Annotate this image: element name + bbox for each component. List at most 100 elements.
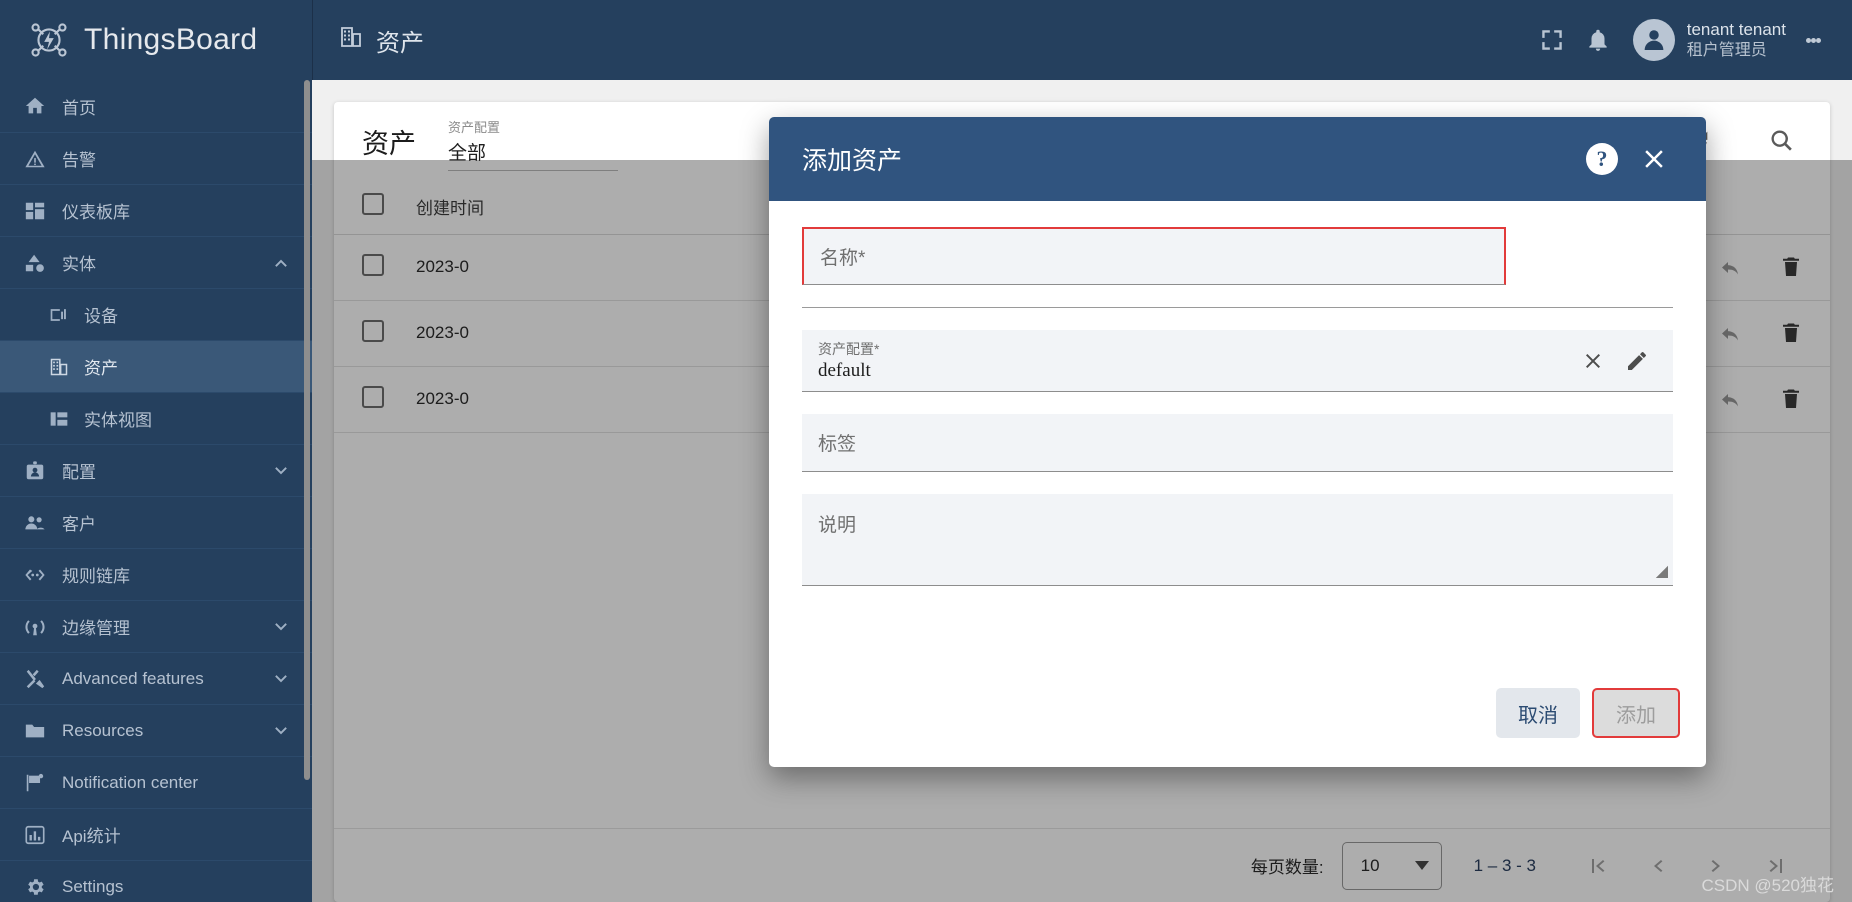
top-toolbar: 资产 tenant tenant 租户管理员 — [312, 0, 1852, 80]
more-vertical-icon[interactable] — [1796, 17, 1830, 63]
watermark: CSDN @520独花 — [1701, 876, 1834, 895]
sidebar-item-label: 仪表板库 — [62, 203, 130, 222]
brand[interactable]: ThingsBoard — [0, 0, 312, 80]
sidebar-item-resources[interactable]: Resources — [0, 704, 312, 756]
sidebar-item-customers[interactable]: 客户 — [0, 496, 312, 548]
sidebar-item-home[interactable]: 首页 — [0, 80, 312, 132]
sidebar-item-advanced-features[interactable]: Advanced features — [0, 652, 312, 704]
label-placeholder: 标签 — [818, 434, 857, 455]
entity-shapes-icon — [22, 251, 48, 275]
chevron-up-icon[interactable] — [270, 253, 292, 273]
help-question-icon[interactable]: ? — [1576, 133, 1628, 185]
resize-handle-icon[interactable]: ◢ — [1656, 561, 1668, 581]
sidebar-item-label: Settings — [62, 876, 124, 896]
sidebar-item-label: 资产 — [84, 359, 118, 378]
flag-icon — [22, 771, 48, 795]
dialog-title: 添加资产 — [802, 147, 903, 175]
description-textarea[interactable]: 说明 ◢ — [802, 494, 1673, 586]
avatar-icon — [1632, 19, 1675, 61]
dialog-header: 添加资产 ? — [769, 117, 1706, 201]
edge-antenna-icon — [22, 615, 48, 639]
sidebar-nav: 首页 告警 仪表板库 实体 设备 资产 实体视图 配置 客户 规则链库 边缘管理… — [0, 80, 312, 902]
asset-profile-filter-label: 资产配置 — [448, 120, 501, 135]
page-title-text: 资产 — [376, 29, 424, 57]
user-info: tenant tenant 租户管理员 — [1687, 19, 1786, 61]
asset-building-icon — [46, 355, 72, 379]
sidebar-item-label: 实体 — [62, 255, 96, 274]
sidebar-item-profiles[interactable]: 配置 — [0, 444, 312, 496]
asset-profile-value: default — [818, 360, 871, 381]
bell-icon[interactable] — [1575, 17, 1621, 63]
thingsboard-logo-icon — [26, 17, 72, 63]
sidebar-item-label: Resources — [62, 720, 144, 740]
folder-icon — [22, 719, 48, 743]
asset-profile-field[interactable]: 资产配置* default — [802, 330, 1673, 392]
description-placeholder: 说明 — [818, 515, 857, 536]
name-input[interactable]: 名称* — [802, 227, 1506, 285]
main-area: 资产 tenant tenant 租户管理员 资产 资产配置 全部 创建时间 2… — [312, 0, 1852, 902]
customers-people-icon — [22, 511, 48, 535]
chevron-down-icon[interactable] — [270, 669, 292, 689]
sidebar-item-label: Api统计 — [62, 827, 121, 846]
user-role: 租户管理员 — [1686, 41, 1767, 59]
add-asset-dialog: 添加资产 ? 名称* 资产配置* default 标签 说明 ◢ 取消 添加 — [769, 117, 1706, 767]
sidebar-item-label: 规则链库 — [62, 567, 130, 586]
name-placeholder: 名称* — [820, 248, 866, 269]
sidebar-item-alarms[interactable]: 告警 — [0, 132, 312, 184]
sidebar-item-assets[interactable]: 资产 — [0, 340, 312, 392]
name-field-wrapper: 名称* — [802, 227, 1673, 308]
close-icon[interactable] — [1628, 133, 1680, 185]
sidebar-item-edge[interactable]: 边缘管理 — [0, 600, 312, 652]
label-input[interactable]: 标签 — [802, 414, 1673, 472]
sidebar: ThingsBoard 首页 告警 仪表板库 实体 设备 资产 实体视图 配置 … — [0, 0, 312, 902]
dialog-footer: 取消 添加 — [769, 673, 1706, 767]
alarm-triangle-icon — [22, 147, 48, 171]
pencil-edit-icon[interactable] — [1615, 339, 1659, 383]
cancel-button[interactable]: 取消 — [1496, 688, 1580, 738]
chevron-down-icon[interactable] — [270, 721, 292, 741]
rule-chain-icon — [22, 563, 48, 587]
sidebar-item-api-usage[interactable]: Api统计 — [0, 808, 312, 860]
profile-card-icon — [22, 459, 48, 483]
sidebar-item-entity-views[interactable]: 实体视图 — [0, 392, 312, 444]
home-icon — [22, 94, 48, 118]
sidebar-item-label: 边缘管理 — [62, 619, 130, 638]
entity-view-icon — [46, 407, 72, 431]
sidebar-item-entities[interactable]: 实体 — [0, 236, 312, 288]
device-icon — [46, 303, 72, 327]
table-title: 资产 — [362, 128, 416, 159]
tools-icon — [22, 667, 48, 691]
sidebar-item-notification-center[interactable]: Notification center — [0, 756, 312, 808]
asset-building-icon — [339, 25, 363, 56]
sidebar-item-label: 告警 — [62, 151, 96, 170]
sidebar-scrollbar[interactable] — [304, 80, 310, 780]
clear-x-icon[interactable] — [1571, 339, 1615, 383]
sidebar-item-label: 实体视图 — [84, 411, 152, 430]
chevron-down-icon[interactable] — [270, 617, 292, 637]
page-title: 资产 — [339, 23, 424, 58]
sidebar-item-devices[interactable]: 设备 — [0, 288, 312, 340]
sidebar-item-dashboards[interactable]: 仪表板库 — [0, 184, 312, 236]
dialog-body: 名称* 资产配置* default 标签 说明 ◢ — [769, 201, 1706, 673]
sidebar-item-label: 配置 — [62, 463, 96, 482]
help-glyph: ? — [1586, 143, 1618, 175]
sidebar-item-label: 首页 — [62, 98, 96, 118]
sidebar-item-label: 客户 — [62, 515, 96, 534]
user-name: tenant tenant — [1686, 19, 1786, 39]
sidebar-item-rule-chains[interactable]: 规则链库 — [0, 548, 312, 600]
sidebar-item-label: Advanced features — [62, 668, 204, 688]
fullscreen-icon[interactable] — [1529, 17, 1575, 63]
chevron-down-icon[interactable] — [270, 461, 292, 481]
add-button[interactable]: 添加 — [1592, 688, 1680, 738]
gear-icon — [22, 875, 48, 899]
bar-chart-icon — [22, 823, 48, 847]
sidebar-item-settings[interactable]: Settings — [0, 860, 312, 902]
app-root: ThingsBoard 首页 告警 仪表板库 实体 设备 资产 实体视图 配置 … — [0, 0, 1852, 902]
user-menu[interactable]: tenant tenant 租户管理员 — [1632, 19, 1786, 61]
name-field-underline — [802, 307, 1673, 308]
asset-profile-label: 资产配置* — [818, 341, 880, 357]
dashboard-grid-icon — [22, 199, 48, 223]
asset-profile-value-group: 资产配置* default — [818, 339, 1571, 382]
sidebar-item-label: Notification center — [62, 772, 199, 792]
brand-name: ThingsBoard — [84, 23, 258, 56]
